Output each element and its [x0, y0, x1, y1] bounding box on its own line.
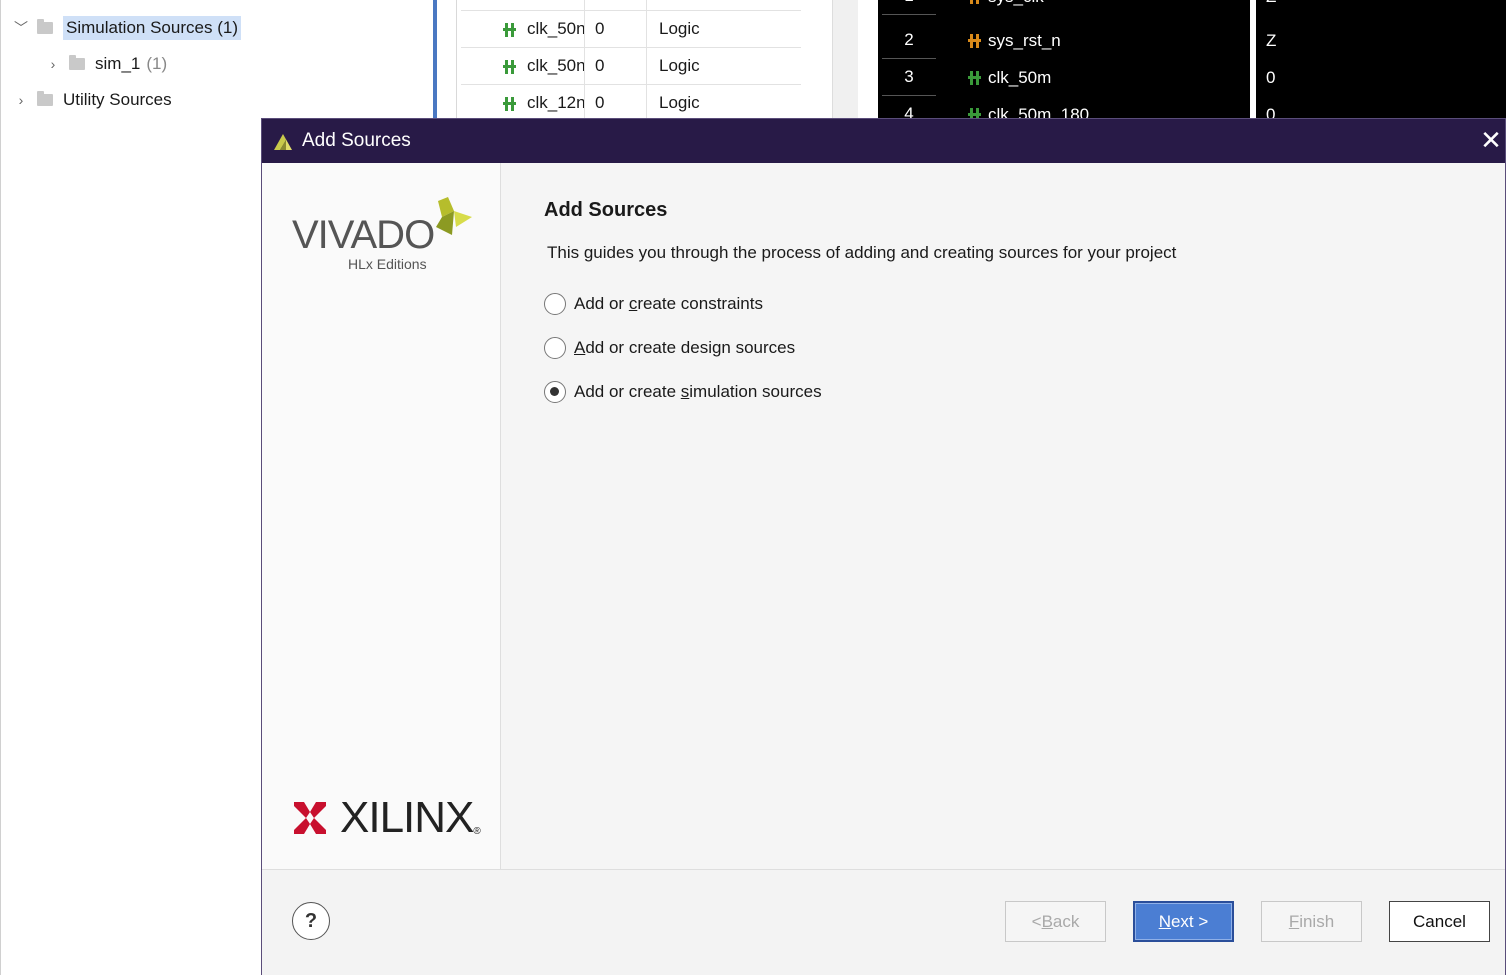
port-icon [968, 70, 982, 85]
vivado-wordmark: VIVADO [292, 213, 435, 257]
port-name: clk_50n [527, 56, 585, 75]
signal-name: clk_50m [988, 67, 1052, 87]
vivado-mark-icon [436, 197, 472, 235]
tree-item-label: Utility Sources [63, 90, 172, 109]
vivado-logo-icon [274, 134, 292, 150]
option-label: Add or create constraints [574, 294, 763, 313]
tree-item-label: Simulation Sources [66, 18, 213, 37]
table-row[interactable]: clk_50n 0 Logic [461, 48, 801, 85]
vivado-edition-label: HLx Editions [348, 256, 427, 272]
port-value: 0 [585, 11, 647, 47]
chevron-down-icon[interactable]: ﹀ [13, 18, 29, 38]
port-type: Logic [659, 19, 700, 38]
signal-row[interactable]: 3 clk_50m 0 [878, 59, 1506, 96]
port-table: clk_50n 0 Logic clk_50n 0 Logic clk_12n … [456, 0, 801, 122]
table-row[interactable] [461, 0, 801, 11]
table-row[interactable]: clk_50n 0 Logic [461, 11, 801, 48]
signal-value: 0 [1266, 67, 1276, 87]
back-button[interactable]: < Back [1005, 901, 1106, 942]
xilinx-wordmark: XILINX [340, 793, 474, 842]
folder-icon [37, 19, 53, 34]
tree-item-count: (1) [217, 18, 238, 37]
tree-item-simulation-sources[interactable]: ﹀ Simulation Sources (1) [13, 14, 241, 42]
signal-index: 3 [882, 59, 936, 96]
finish-button[interactable]: Finish [1261, 901, 1362, 942]
radio-button-selected[interactable] [544, 381, 566, 403]
port-icon [503, 60, 517, 74]
tree-item-utility-sources[interactable]: › Utility Sources [13, 86, 172, 114]
column-divider[interactable] [1250, 0, 1256, 120]
dialog-titlebar[interactable]: Add Sources ✕ [262, 119, 1505, 163]
signal-value: Z [1266, 0, 1276, 7]
tree-item-label: sim_1 [95, 54, 141, 73]
tree-item-sim-1[interactable]: › sim_1 (1) [45, 50, 167, 78]
port-icon [968, 33, 982, 48]
option-constraints[interactable]: Add or create constraints [544, 293, 763, 315]
table-row[interactable]: clk_12n 0 Logic [461, 85, 801, 122]
signal-row[interactable]: 2 sys_rst_n Z [878, 22, 1506, 59]
option-design-sources[interactable]: Add or create design sources [544, 337, 795, 359]
xilinx-logo: XILINX ® [292, 793, 481, 843]
cancel-button[interactable]: Cancel [1389, 901, 1490, 942]
chevron-right-icon[interactable]: › [45, 56, 61, 72]
page-title: Add Sources [544, 199, 668, 221]
signal-row[interactable]: 1 sys_clk Z [878, 0, 1506, 15]
tree-item-selected-label: Simulation Sources (1) [63, 16, 241, 40]
close-icon[interactable]: ✕ [1477, 125, 1505, 157]
chevron-right-icon[interactable]: › [13, 92, 29, 108]
port-value: 0 [585, 48, 647, 84]
port-value: 0 [585, 85, 647, 121]
port-name: clk_12n [527, 93, 585, 112]
signal-name: sys_rst_n [988, 30, 1061, 50]
port-type: Logic [659, 93, 700, 112]
port-name: clk_50n [527, 19, 585, 38]
radio-button[interactable] [544, 293, 566, 315]
port-icon [968, 0, 982, 4]
xilinx-mark-icon [294, 802, 326, 834]
option-label: Add or create simulation sources [574, 382, 822, 401]
option-simulation-sources[interactable]: Add or create simulation sources [544, 381, 822, 403]
add-sources-dialog: Add Sources ✕ VIVADO HLx Editions XILINX… [261, 118, 1506, 975]
registered-mark: ® [473, 826, 481, 837]
dialog-content: Add Sources This guides you through the … [502, 163, 1505, 869]
signal-value: Z [1266, 30, 1277, 50]
scrollbar[interactable] [832, 0, 858, 120]
signal-index: 2 [882, 22, 936, 59]
signal-index: 1 [882, 0, 936, 15]
page-description: This guides you through the process of a… [547, 243, 1177, 262]
next-button[interactable]: Next > [1133, 901, 1234, 942]
branding-panel: VIVADO HLx Editions XILINX ® [262, 163, 501, 869]
tree-item-count: (1) [146, 54, 168, 73]
port-icon [503, 23, 517, 37]
folder-icon [69, 55, 85, 70]
help-button[interactable]: ? [292, 902, 330, 940]
port-type: Logic [659, 56, 700, 75]
dialog-footer: ? < Back Next > Finish Cancel [262, 869, 1505, 975]
radio-button[interactable] [544, 337, 566, 359]
signal-name: sys_clk [988, 0, 1044, 7]
dialog-title: Add Sources [302, 130, 411, 151]
port-icon [503, 97, 517, 111]
folder-icon [37, 91, 53, 106]
option-label: Add or create design sources [574, 338, 796, 357]
